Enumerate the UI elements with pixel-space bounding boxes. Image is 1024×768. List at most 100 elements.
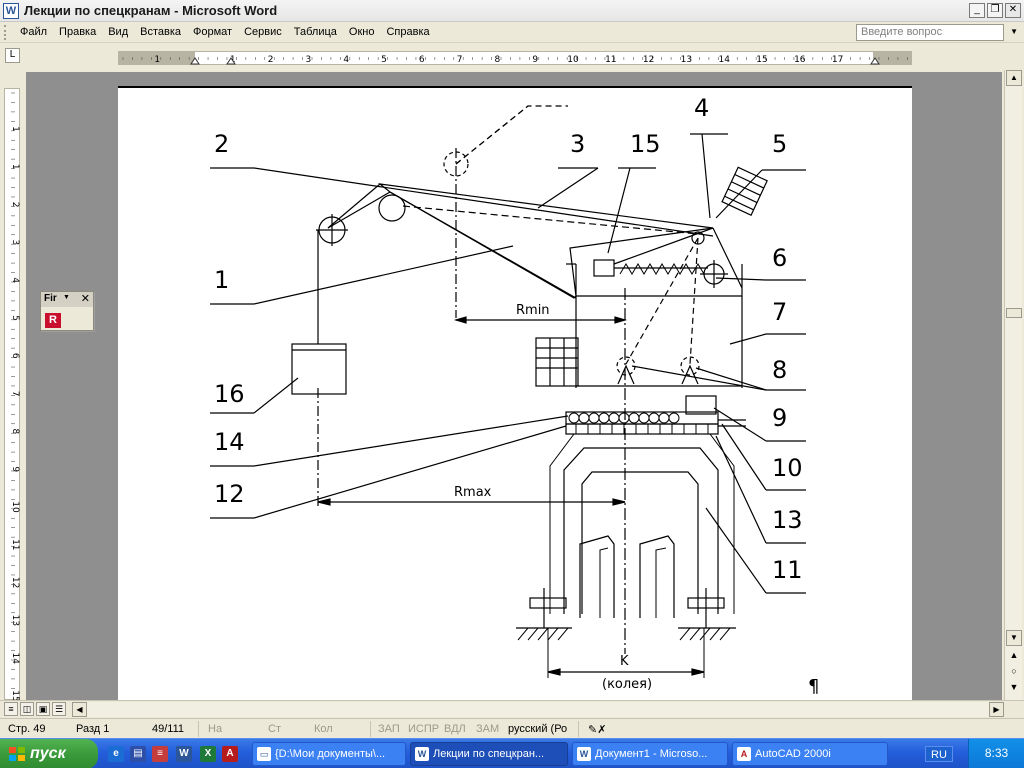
boom-pivot-sheave — [378, 194, 406, 222]
ruler-label: 13 — [681, 55, 692, 65]
spelling-check-icon[interactable]: ✎✗ — [588, 723, 606, 736]
menu-window[interactable]: Окно — [343, 26, 381, 38]
status-track-changes[interactable]: ИСПР — [408, 723, 439, 735]
task-autocad[interactable]: A AutoCAD 2000i — [732, 742, 888, 766]
task-word-document1[interactable]: W Документ1 - Microso... — [572, 742, 728, 766]
leader-1-diag — [253, 245, 514, 305]
print-layout-icon[interactable]: ▣ — [36, 702, 50, 716]
vertical-scrollbar[interactable]: ▲ ▼ ▲ ○ ▼ — [1004, 70, 1022, 700]
windows-flag-icon — [9, 747, 25, 761]
menu-table[interactable]: Таблица — [288, 26, 343, 38]
menu-format[interactable]: Формат — [187, 26, 238, 38]
paragraph-mark: ¶ — [808, 676, 819, 697]
horizontal-scrollbar[interactable]: ◀ ▶ — [72, 702, 1004, 717]
start-button[interactable]: пуск — [0, 739, 98, 768]
outline-view-icon[interactable]: ☰ — [52, 702, 66, 716]
ruler-label: 14 — [10, 652, 20, 664]
vertical-ruler[interactable]: 1 1 2 3 4 5 6 7 8 9 10 11 12 13 14 15 — [4, 88, 20, 701]
task-label: AutoCAD 2000i — [755, 748, 831, 760]
previous-page-icon[interactable]: ▲ — [1006, 648, 1022, 662]
floating-toolbar[interactable]: Fir ▼ ✕ R — [40, 291, 94, 331]
ruler-label: 11 — [10, 539, 20, 550]
ask-dropdown-icon[interactable]: ▼ — [1010, 27, 1018, 36]
horizontal-ruler[interactable]: 11234567891011121314151617 — [118, 51, 912, 65]
restore-button[interactable]: ❐ — [987, 3, 1003, 18]
leader-11-diag — [705, 507, 767, 594]
menu-help[interactable]: Справка — [380, 26, 435, 38]
autocad-quicklaunch-icon[interactable]: A — [222, 746, 238, 762]
status-bar: Стр. 49 Разд 1 49/111 На Ст Кол ЗАП ИСПР… — [0, 718, 1024, 738]
menu-view[interactable]: Вид — [102, 26, 134, 38]
scroll-thumb[interactable] — [1006, 308, 1022, 318]
crane-diagram: 2 3 15 4 5 1 6 7 8 9 16 14 10 12 13 11 R… — [210, 94, 819, 697]
status-overtype[interactable]: ЗАМ — [476, 723, 499, 735]
status-extend[interactable]: ВДЛ — [444, 723, 466, 735]
callout-4: 4 — [694, 94, 709, 122]
gauge-label: K — [620, 654, 629, 669]
language-indicator[interactable]: RU — [925, 746, 953, 762]
callout-2: 2 — [214, 130, 229, 158]
word-quicklaunch-icon[interactable]: W — [176, 746, 192, 762]
leader-12-diag — [253, 425, 567, 519]
browse-object-icon[interactable]: ○ — [1006, 664, 1022, 678]
desktop-icon[interactable]: ▤ — [130, 746, 146, 762]
menu-insert[interactable]: Вставка — [134, 26, 187, 38]
leader-14-diag — [253, 415, 569, 467]
task-explorer[interactable]: ▭ {D:\Мои документы\... — [252, 742, 406, 766]
callout-5: 5 — [772, 130, 787, 158]
system-clock[interactable]: 8:33 — [968, 739, 1024, 768]
minimize-button[interactable]: _ — [969, 3, 985, 18]
ruler-label: 9 — [532, 55, 538, 65]
status-column: Кол — [314, 723, 333, 735]
rmin-arrow-l — [453, 316, 467, 324]
status-language[interactable]: русский (Ро — [508, 723, 567, 735]
task-word-lectures[interactable]: W Лекции по спецкран... — [410, 742, 568, 766]
task-label: Лекции по спецкран... — [433, 748, 545, 760]
ruler-label: 5 — [381, 55, 387, 65]
chevron-down-icon[interactable]: ▼ — [63, 294, 70, 301]
internal-dashed-1 — [625, 237, 699, 365]
ruler-label: 12 — [10, 577, 20, 588]
right-indent-icon[interactable] — [870, 57, 880, 65]
scroll-left-icon[interactable]: ◀ — [72, 702, 87, 717]
ruler-label: 6 — [419, 55, 425, 65]
word-app-icon[interactable]: W — [3, 2, 19, 19]
callout-8: 8 — [772, 356, 787, 384]
scroll-right-icon[interactable]: ▶ — [989, 702, 1004, 717]
tab-selector-button[interactable]: L — [5, 48, 20, 63]
callout-1: 1 — [214, 266, 229, 294]
leader-4-diag — [701, 133, 711, 219]
ruler-label: 8 — [495, 55, 501, 65]
status-separator — [578, 721, 579, 737]
rmin-label: Rmin — [516, 303, 550, 318]
counterweight — [721, 166, 768, 217]
internet-explorer-icon[interactable]: e — [108, 746, 124, 762]
scroll-down-icon[interactable]: ▼ — [1006, 630, 1022, 646]
portal-outer-2 — [549, 433, 735, 614]
document-workspace[interactable]: 2 3 15 4 5 1 6 7 8 9 16 14 10 12 13 11 R… — [26, 72, 1002, 700]
excel-quicklaunch-icon[interactable]: X — [200, 746, 216, 762]
scroll-up-icon[interactable]: ▲ — [1006, 70, 1022, 86]
close-icon[interactable]: ✕ — [81, 292, 90, 305]
ask-question-input[interactable]: Введите вопрос — [856, 24, 1004, 41]
callout-10: 10 — [772, 454, 803, 482]
normal-view-icon[interactable]: ≡ — [4, 702, 18, 716]
ruler-row: L 11234567891011121314151617 — [0, 43, 1024, 70]
callout-15: 15 — [630, 130, 661, 158]
menu-file[interactable]: Файл — [14, 26, 53, 38]
callout-7: 7 — [772, 298, 787, 326]
menu-tools[interactable]: Сервис — [238, 26, 288, 38]
menu-grip[interactable] — [4, 24, 10, 40]
bearing-base — [565, 423, 719, 435]
first-line-indent-icon[interactable] — [190, 57, 200, 65]
web-view-icon[interactable]: ◫ — [20, 702, 34, 716]
status-record[interactable]: ЗАП — [378, 723, 400, 735]
slewing-motor — [685, 395, 717, 415]
menu-edit[interactable]: Правка — [53, 26, 102, 38]
document-page[interactable]: 2 3 15 4 5 1 6 7 8 9 16 14 10 12 13 11 R… — [118, 86, 912, 700]
leader-3-diag — [537, 167, 599, 209]
winrar-icon[interactable]: ≡ — [152, 746, 168, 762]
close-button[interactable]: ✕ — [1005, 3, 1021, 18]
foxit-reader-icon[interactable]: R — [45, 313, 61, 328]
next-page-icon[interactable]: ▼ — [1006, 680, 1022, 694]
